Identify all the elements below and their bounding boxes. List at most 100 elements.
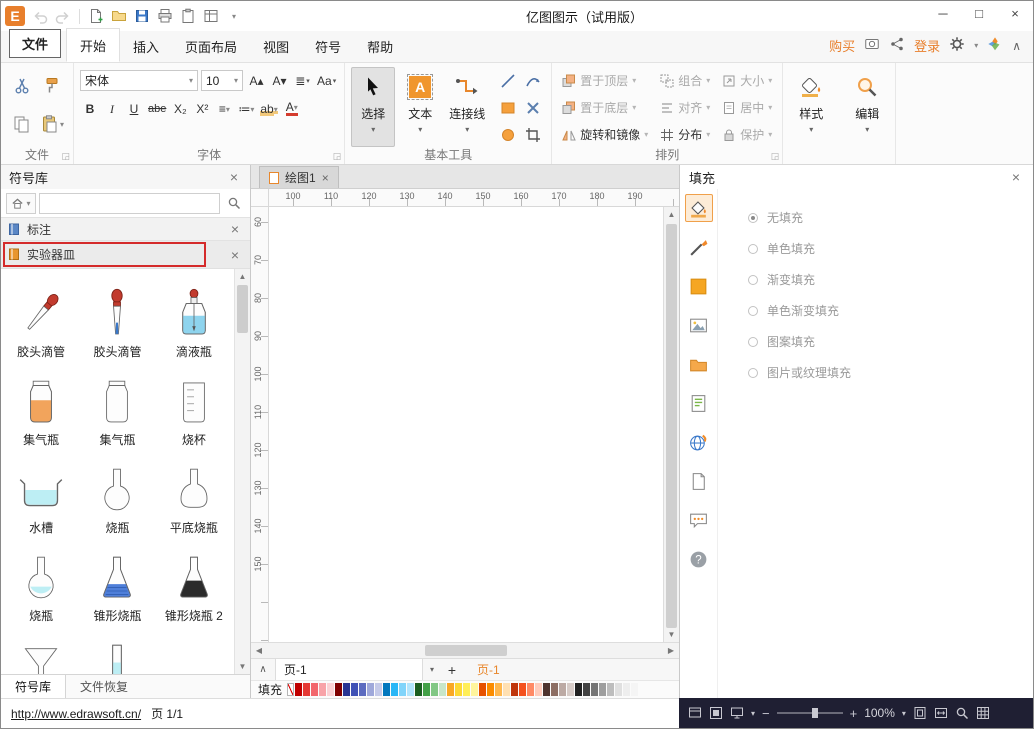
scrollbar-thumb[interactable] <box>237 285 248 333</box>
help-tool-icon[interactable]: ? <box>685 545 713 573</box>
view-caret-icon[interactable]: ▾ <box>751 709 755 718</box>
text-style-button[interactable]: Aa▾ <box>315 70 338 91</box>
library-symbol-9[interactable]: 烧瓶 <box>3 535 79 623</box>
library-section-annotation[interactable]: 标注 × <box>1 217 250 241</box>
scroll-up-icon[interactable]: ▲ <box>239 272 247 281</box>
color-swatch[interactable] <box>495 683 502 696</box>
page-tab[interactable]: 页-1 <box>275 659 423 680</box>
color-swatch[interactable] <box>591 683 598 696</box>
library-symbol-8[interactable]: 平底烧瓶 <box>156 447 232 535</box>
close-button[interactable]: × <box>997 1 1033 25</box>
scroll-down-icon[interactable]: ▼ <box>239 662 247 671</box>
buy-link[interactable]: 购买 <box>829 36 855 55</box>
library-symbol-4[interactable]: 集气瓶 <box>79 359 155 447</box>
library-symbol-11[interactable]: 锥形烧瓶 2 <box>156 535 232 623</box>
print-icon[interactable] <box>155 6 175 26</box>
login-link[interactable]: 登录 <box>914 36 940 55</box>
library-symbol-13[interactable] <box>79 623 155 674</box>
subscript-button[interactable]: X₂ <box>170 99 190 119</box>
color-swatch[interactable] <box>575 683 582 696</box>
maximize-button[interactable]: □ <box>961 1 997 25</box>
decrease-font-button[interactable]: A▾ <box>269 70 290 91</box>
style-button[interactable]: 样式 ▾ <box>789 67 833 157</box>
tab-symbol-library[interactable]: 符号库 <box>1 675 66 698</box>
color-swatch[interactable] <box>359 683 366 696</box>
scrollbar-thumb[interactable] <box>666 224 677 628</box>
color-swatch[interactable] <box>559 683 566 696</box>
color-swatch[interactable] <box>415 683 422 696</box>
color-swatch[interactable] <box>431 683 438 696</box>
color-swatch[interactable] <box>543 683 550 696</box>
color-swatch[interactable] <box>447 683 454 696</box>
undo-icon[interactable] <box>30 6 50 26</box>
minimize-button[interactable]: ─ <box>925 1 961 25</box>
font-name-combobox[interactable]: 宋体 ▾ <box>80 70 198 91</box>
scroll-down-icon[interactable]: ▼ <box>664 627 679 642</box>
color-swatch[interactable] <box>471 683 478 696</box>
ribbon-tab-6[interactable]: 帮助 <box>354 30 406 62</box>
copy-icon[interactable] <box>12 114 32 134</box>
color-swatch[interactable] <box>423 683 430 696</box>
color-swatch[interactable] <box>463 683 470 696</box>
radio-icon[interactable] <box>748 244 758 254</box>
color-swatch[interactable] <box>479 683 486 696</box>
image-tool-icon[interactable] <box>685 311 713 339</box>
increase-font-button[interactable]: A▴ <box>246 70 267 91</box>
save-icon[interactable] <box>132 6 152 26</box>
library-symbol-1[interactable]: 胶头滴管 <box>79 271 155 359</box>
connector-tool-button[interactable]: 连接线 ▾ <box>445 67 489 147</box>
color-swatch[interactable] <box>327 683 334 696</box>
redo-icon[interactable] <box>53 6 73 26</box>
library-symbol-3[interactable]: 集气瓶 <box>3 359 79 447</box>
rectangle-tool-icon[interactable] <box>500 100 516 116</box>
format-painter-icon[interactable] <box>42 76 62 96</box>
arrange-item-4[interactable]: 对齐▾ <box>656 94 714 121</box>
close-icon[interactable]: × <box>322 171 329 185</box>
dialog-launcher-icon[interactable]: ◲ <box>61 151 70 162</box>
color-swatch[interactable] <box>511 683 518 696</box>
color-swatch[interactable] <box>615 683 622 696</box>
tab-file-recovery[interactable]: 文件恢复 <box>66 675 142 698</box>
radio-icon[interactable] <box>748 306 758 316</box>
expand-pages-icon[interactable]: ∧ <box>251 664 275 675</box>
zoom-in-button[interactable]: + <box>850 706 858 721</box>
library-symbol-0[interactable]: 胶头滴管 <box>3 271 79 359</box>
ribbon-tab-2[interactable]: 插入 <box>120 30 172 62</box>
color-swatch[interactable] <box>623 683 630 696</box>
underline-button[interactable]: U <box>124 99 144 119</box>
library-symbol-6[interactable]: 水槽 <box>3 447 79 535</box>
hyperlink-tool-icon[interactable] <box>685 428 713 456</box>
dialog-launcher-icon[interactable]: ◲ <box>771 151 780 162</box>
scrollbar-track[interactable]: ▼ <box>664 222 679 642</box>
drawing-canvas[interactable] <box>269 207 663 642</box>
scroll-left-icon[interactable]: ◀ <box>251 643 267 658</box>
color-swatch[interactable] <box>399 683 406 696</box>
vertical-scrollbar[interactable]: ▲ ▼ <box>663 207 679 642</box>
color-swatch[interactable] <box>407 683 414 696</box>
delete-tool-icon[interactable] <box>525 100 541 116</box>
fill-option-5[interactable]: 图片或纹理填充 <box>748 364 1033 381</box>
zoom-area-icon[interactable] <box>955 706 969 720</box>
color-swatch[interactable] <box>383 683 390 696</box>
fill-option-4[interactable]: 图案填充 <box>748 333 1033 350</box>
arrange-item-8[interactable]: 保护▾ <box>718 121 776 148</box>
library-symbol-10[interactable]: 锥形烧瓶 <box>79 535 155 623</box>
library-symbol-2[interactable]: 滴液瓶 <box>156 271 232 359</box>
comment-tool-icon[interactable] <box>685 506 713 534</box>
font-size-combobox[interactable]: 10 ▾ <box>201 70 243 91</box>
fill-option-0[interactable]: 无填充 <box>748 209 1033 226</box>
new-file-icon[interactable] <box>86 6 106 26</box>
ribbon-tab-1[interactable]: 开始 <box>66 28 120 62</box>
add-page-button[interactable]: + <box>441 662 463 678</box>
radio-icon[interactable] <box>748 213 758 223</box>
color-swatch[interactable] <box>503 683 510 696</box>
arrange-item-1[interactable]: 置于底层▾ <box>558 94 652 121</box>
cut-icon[interactable] <box>12 76 32 96</box>
clipboard-icon[interactable] <box>178 6 198 26</box>
scroll-right-icon[interactable]: ▶ <box>663 643 679 658</box>
color-swatch[interactable] <box>519 683 526 696</box>
color-swatch[interactable] <box>567 683 574 696</box>
scrollbar-track[interactable] <box>267 643 663 658</box>
color-swatch[interactable] <box>583 683 590 696</box>
color-swatch[interactable] <box>631 683 638 696</box>
